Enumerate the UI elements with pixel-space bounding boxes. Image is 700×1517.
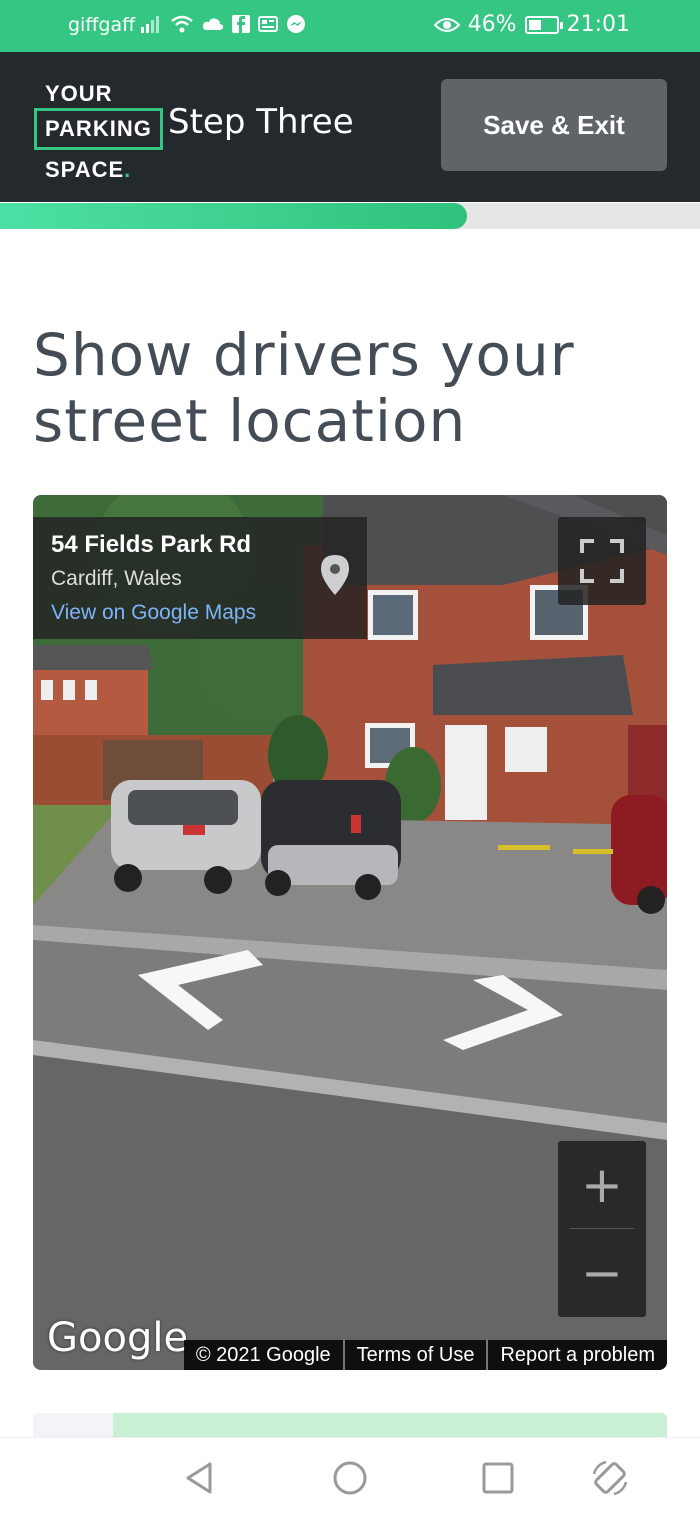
facebook-icon xyxy=(232,15,250,33)
logo-line-space: SPACE. xyxy=(45,157,132,182)
cloud-icon xyxy=(202,18,224,30)
progress-bar xyxy=(0,203,700,229)
heading-line-1: Show drivers your xyxy=(33,321,575,389)
status-bar: giffgaff 46% 21:01 xyxy=(0,0,700,52)
battery-icon xyxy=(524,15,563,34)
view-on-google-maps-link[interactable]: View on Google Maps xyxy=(51,601,256,625)
car-red xyxy=(611,795,667,914)
status-right: 46% 21:01 xyxy=(433,12,630,37)
news-icon xyxy=(258,16,278,32)
zoom-in-button[interactable]: + xyxy=(558,1141,646,1229)
map-pin-icon[interactable] xyxy=(321,555,349,595)
status-icons xyxy=(140,14,306,34)
terms-of-use-link[interactable]: Terms of Use xyxy=(342,1340,487,1370)
step-title: Step Three xyxy=(168,102,354,142)
street-view-panorama[interactable]: 54 Fields Park Rd Cardiff, Wales View on… xyxy=(33,495,667,1370)
zoom-control: + − xyxy=(558,1141,646,1317)
address-card: 54 Fields Park Rd Cardiff, Wales View on… xyxy=(33,517,367,639)
google-logo: Google xyxy=(47,1315,189,1361)
zoom-out-button[interactable]: − xyxy=(558,1229,646,1317)
battery-percent: 46% xyxy=(467,12,517,37)
app-header: YOUR PARKING SPACE. Step Three Save & Ex… xyxy=(0,52,700,202)
car-black xyxy=(261,780,401,900)
report-problem-link[interactable]: Report a problem xyxy=(486,1340,667,1370)
address-line: 54 Fields Park Rd xyxy=(51,531,252,558)
back-icon[interactable] xyxy=(180,1458,220,1498)
map-preview-edge xyxy=(33,1413,113,1437)
progress-fill xyxy=(0,203,467,229)
fullscreen-icon xyxy=(580,539,624,583)
signal-icon xyxy=(141,16,159,33)
carrier-name: giffgaff xyxy=(68,14,136,36)
recents-icon[interactable] xyxy=(478,1458,518,1498)
messenger-icon xyxy=(287,15,305,33)
page-heading: Show drivers your street location xyxy=(33,322,663,454)
city-line: Cardiff, Wales xyxy=(51,567,182,590)
home-icon[interactable] xyxy=(330,1458,370,1498)
clock: 21:01 xyxy=(566,12,630,37)
map-attribution-bar: © 2021 Google Terms of Use Report a prob… xyxy=(183,1340,667,1370)
fullscreen-button[interactable] xyxy=(558,517,646,605)
heading-line-2: street location xyxy=(33,387,467,455)
wifi-icon xyxy=(171,15,193,33)
copyright-text: © 2021 Google xyxy=(195,1344,331,1366)
eye-comfort-icon xyxy=(433,17,460,32)
next-card-preview xyxy=(33,1413,667,1437)
logo-line-parking: PARKING xyxy=(34,108,163,150)
system-navigation-bar xyxy=(0,1437,700,1517)
rotate-screen-icon[interactable] xyxy=(590,1458,630,1498)
save-and-exit-button[interactable]: Save & Exit xyxy=(441,79,667,171)
